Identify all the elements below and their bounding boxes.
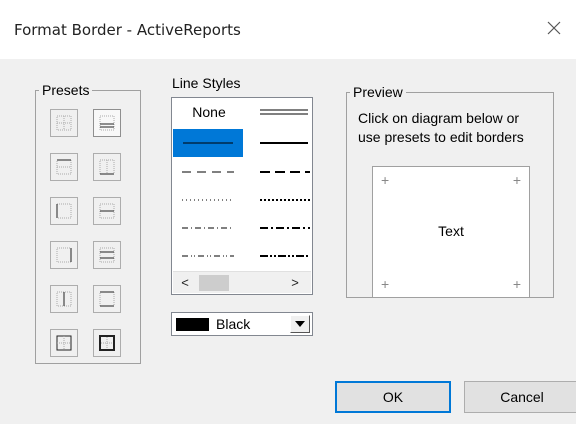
cancel-button[interactable]: Cancel (464, 381, 576, 413)
presets-legend: Presets (42, 82, 90, 98)
preview-sample-text: Text (438, 223, 464, 239)
line-style-thin-solid[interactable] (173, 129, 243, 157)
border-top-bottom-icon (99, 291, 115, 307)
corner-mark-bottom-left: + (381, 276, 390, 292)
preset-inside-button[interactable] (50, 329, 78, 357)
corner-mark-top-left: + (381, 172, 390, 188)
preset-horizontal-inner-button[interactable] (93, 197, 121, 225)
preset-double-bottom-button[interactable] (93, 109, 121, 137)
preview-instruction-line2: use presets to edit borders (358, 129, 524, 145)
line-style-thin-dash-dot-dot[interactable] (172, 242, 242, 270)
line-style-thick-dash[interactable] (242, 158, 312, 186)
preview-legend: Preview (353, 84, 403, 100)
border-horizontal-inner-icon (99, 203, 115, 219)
corner-mark-top-right: + (512, 172, 521, 188)
preview-group: Preview Click on diagram below or use pr… (346, 84, 554, 298)
line-style-thin-dash-dot[interactable] (172, 214, 242, 242)
line-style-none[interactable]: None (172, 98, 242, 126)
title-bar: Format Border - ActiveReports (0, 0, 576, 60)
border-inside-icon (56, 335, 72, 351)
preset-top-bottom-button[interactable] (93, 285, 121, 313)
presets-group: Presets (35, 82, 141, 364)
line-styles-horizontal-scrollbar[interactable]: < > (173, 271, 311, 293)
border-vertical-inner-icon (56, 291, 72, 307)
preview-instruction-line1: Click on diagram below or (358, 110, 520, 126)
preset-vertical-inner-button[interactable] (50, 285, 78, 313)
close-icon[interactable] (540, 14, 568, 42)
line-style-none-label: None (192, 104, 226, 120)
window-title: Format Border - ActiveReports (14, 21, 241, 39)
corner-mark-bottom-right: + (512, 276, 521, 292)
line-style-thick-dot[interactable] (242, 186, 312, 214)
line-style-thick-dash-dot-dot[interactable] (242, 242, 312, 270)
scrollbar-thumb[interactable] (199, 275, 229, 291)
border-outline-icon (99, 335, 115, 351)
ok-button[interactable]: OK (335, 381, 451, 413)
border-bottom-icon (99, 159, 115, 175)
line-style-double[interactable] (242, 98, 312, 126)
line-style-thin-dash[interactable] (172, 158, 242, 186)
border-preview-diagram[interactable]: + + + + Text (372, 166, 530, 298)
line-style-thick-dash-dot[interactable] (242, 214, 312, 242)
line-styles-list[interactable]: None < > (171, 97, 313, 295)
preset-right-border-button[interactable] (50, 241, 78, 269)
preset-top-border-button[interactable] (50, 153, 78, 181)
preset-lines-button[interactable] (93, 241, 121, 269)
line-style-thin-dot[interactable] (172, 186, 242, 214)
border-right-icon (56, 247, 72, 263)
scroll-left-icon[interactable]: < (175, 273, 195, 293)
preset-outline-button[interactable] (93, 329, 121, 357)
preset-bottom-border-button[interactable] (93, 153, 121, 181)
preset-left-border-button[interactable] (50, 197, 78, 225)
preset-no-border-button[interactable] (50, 109, 78, 137)
border-double-bottom-icon (99, 115, 115, 131)
color-swatch (176, 318, 209, 331)
border-left-icon (56, 203, 72, 219)
line-color-dropdown[interactable]: Black (171, 312, 313, 336)
color-value: Black (216, 316, 251, 332)
scroll-right-icon[interactable]: > (285, 273, 305, 293)
border-lines-icon (99, 247, 115, 263)
dropdown-arrow-icon[interactable] (290, 315, 310, 333)
border-top-icon (56, 159, 72, 175)
line-style-thick-solid[interactable] (242, 129, 312, 157)
border-none-icon (56, 115, 72, 131)
line-styles-label: Line Styles (172, 75, 241, 91)
